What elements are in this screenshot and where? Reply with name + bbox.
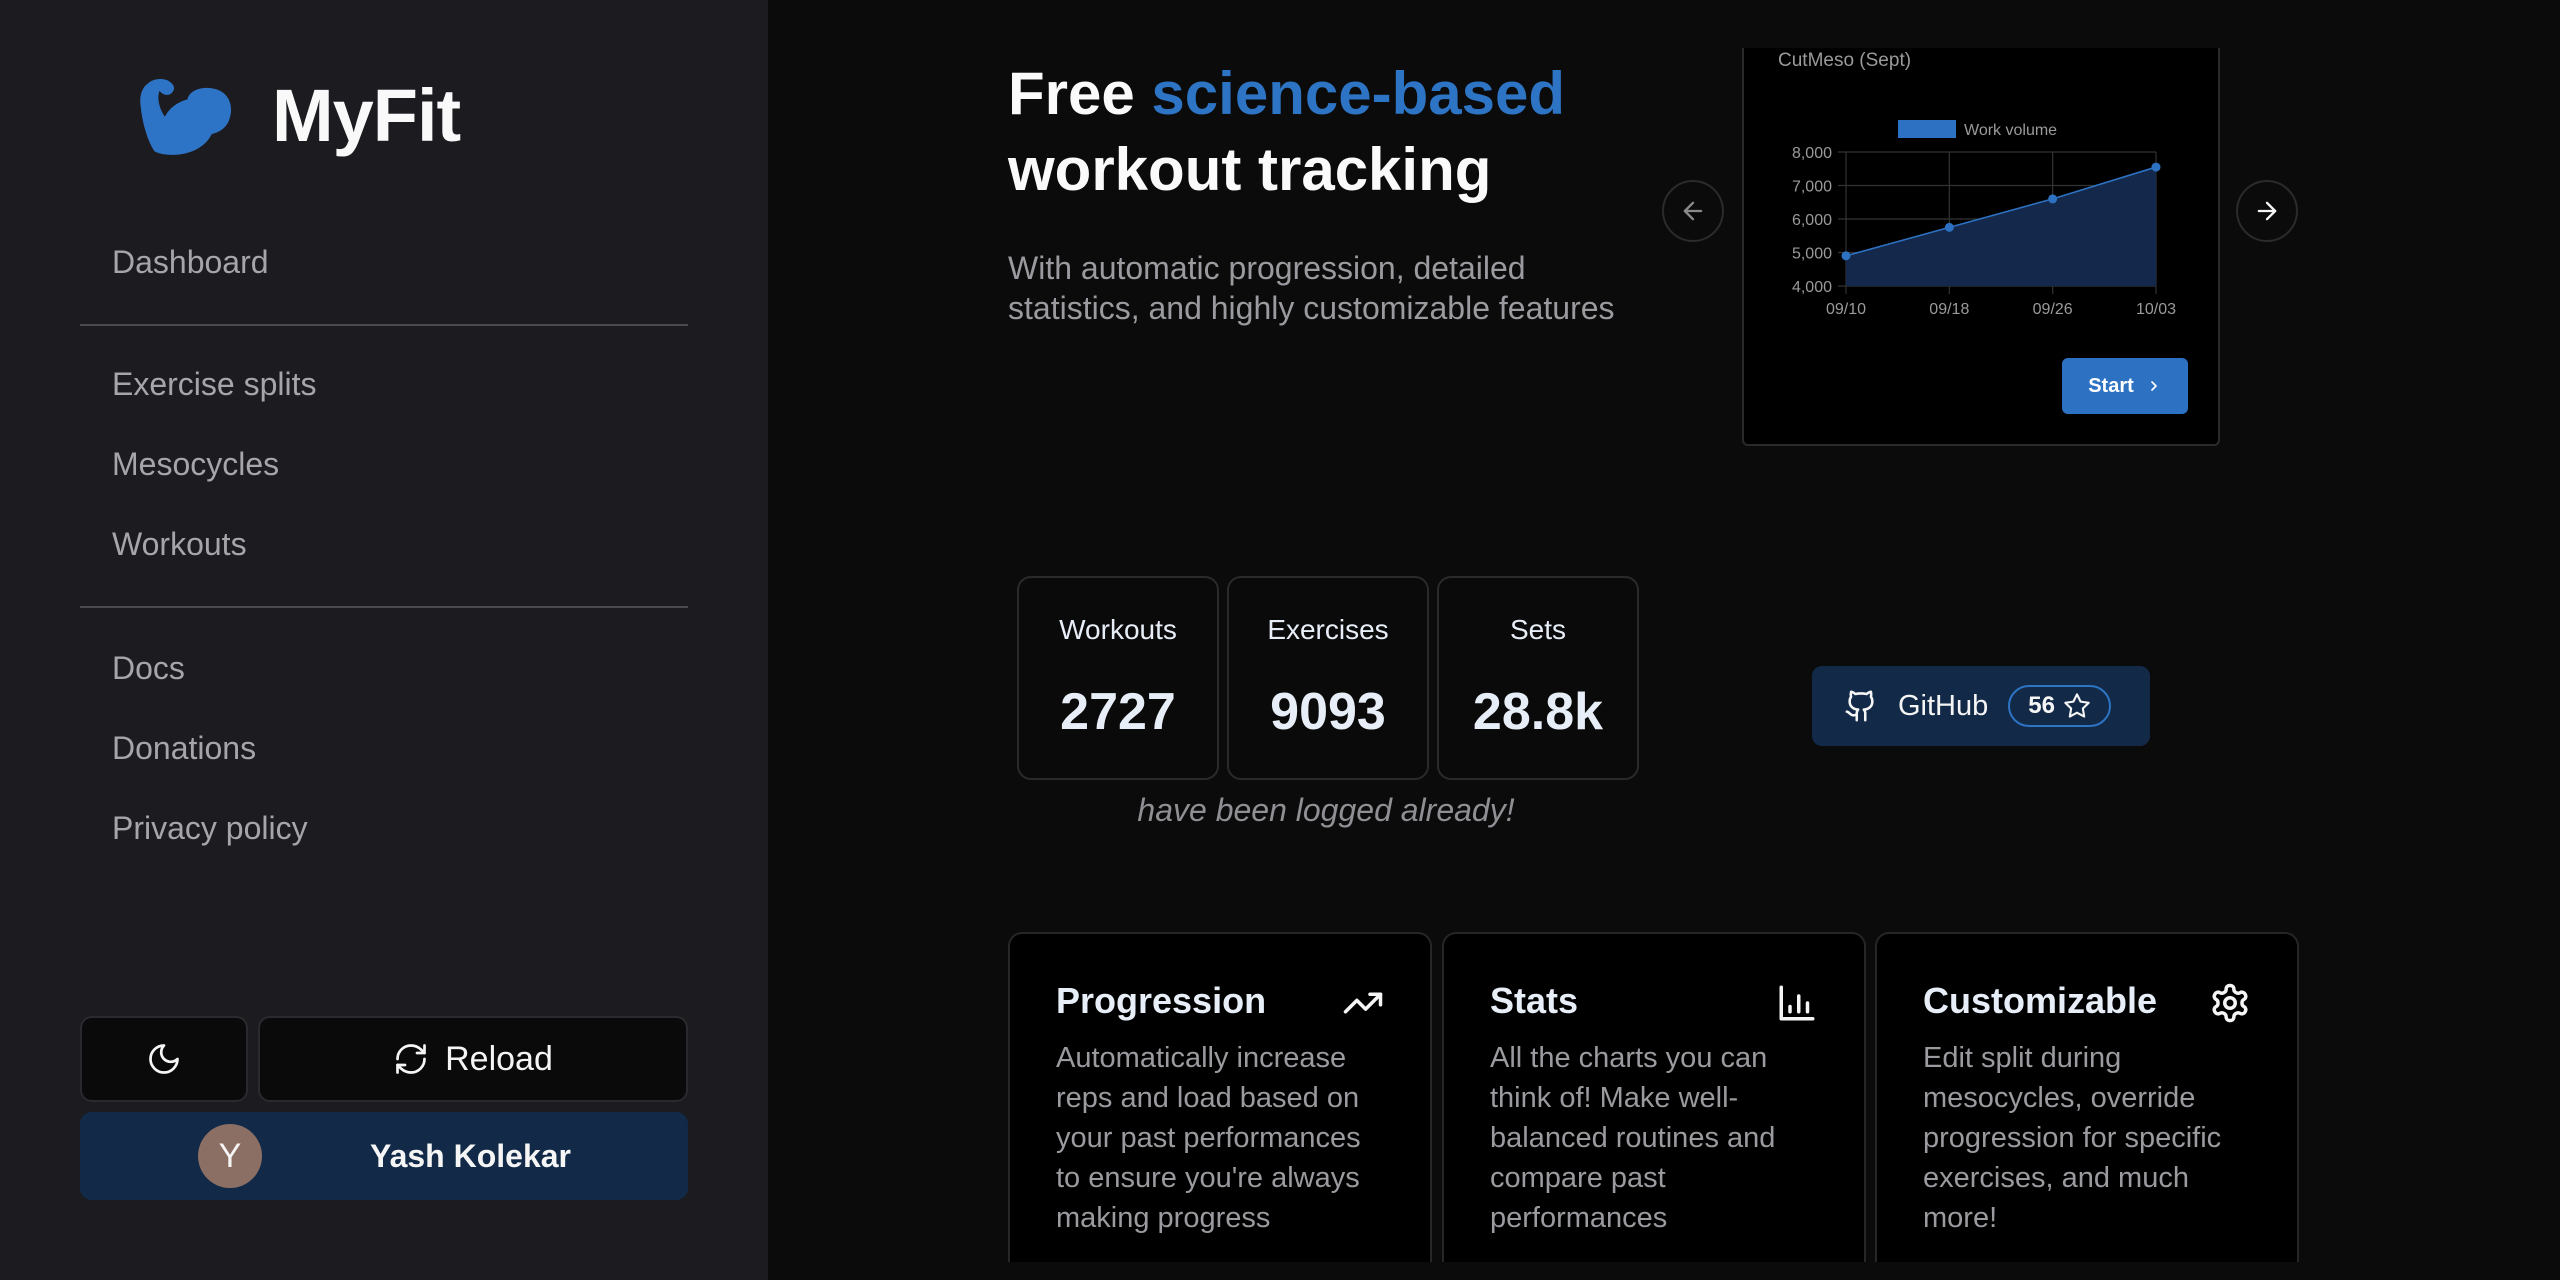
stat-label: Exercises: [1267, 614, 1389, 645]
refresh-icon: [396, 1044, 426, 1074]
arrow-left-icon: [1683, 201, 1703, 221]
y-tick-label: 6,000: [1792, 212, 1832, 229]
carousel-prev-button[interactable]: [1662, 180, 1724, 242]
data-point: [1944, 222, 1954, 232]
github-stars-badge: 56: [2008, 685, 2111, 727]
carousel-next-button[interactable]: [2236, 180, 2298, 242]
moon-icon: [149, 1044, 179, 1074]
y-tick-label: 8,000: [1792, 145, 1832, 162]
user-name: Yash Kolekar: [370, 1138, 571, 1174]
feature-title: Customizable: [1923, 980, 2158, 1021]
gear-icon: [2212, 983, 2248, 1023]
mesocycle-preview-card: CutMeso (Sept) Work volume 4,000 5,000 6,0…: [1742, 48, 2220, 446]
theme-toggle-button[interactable]: [80, 1016, 248, 1102]
sidebar-item-privacy-policy[interactable]: Privacy policy: [112, 810, 308, 847]
start-button[interactable]: Start: [2062, 358, 2188, 414]
stat-card-workouts: Workouts 2727: [1017, 576, 1219, 780]
hero-title-prefix: Free: [1008, 60, 1135, 127]
feature-title: Progression: [1056, 980, 1267, 1021]
x-tick-label: 10/03: [2136, 301, 2176, 318]
sidebar-item-workouts[interactable]: Workouts: [112, 526, 247, 563]
viewport-bottom-edge: [768, 1262, 2560, 1280]
sidebar-item-exercise-splits[interactable]: Exercise splits: [112, 366, 317, 403]
y-tick-label: 4,000: [1792, 279, 1832, 296]
sidebar-divider: [80, 324, 688, 326]
work-volume-chart: Work volume 4,000 5,000 6,000 7,000 8,000 09…: [1792, 120, 2176, 318]
brand[interactable]: MyFit: [132, 70, 461, 160]
stat-label: Sets: [1509, 614, 1567, 645]
star-icon: [2064, 693, 2090, 718]
feature-description: Edit split during mesocycles, override p…: [1923, 1042, 2222, 1234]
y-tick-label: 7,000: [1792, 179, 1832, 196]
flexed-biceps-icon: [140, 79, 232, 155]
feature-card-customizable: Customizable Edit split during mesocycle…: [1875, 932, 2299, 1272]
hero-subtitle: With automatic progression, detailed sta…: [1008, 250, 1615, 326]
feature-description: Automatically increase reps and load bas…: [1056, 1042, 1361, 1234]
data-point: [1841, 251, 1851, 261]
sidebar-divider: [80, 606, 688, 608]
hero-title: Free science-based workout tracking: [1008, 56, 1565, 208]
feature-description: All the charts you can think of! Make we…: [1490, 1042, 1776, 1234]
stats-note: have been logged already!: [1137, 792, 1515, 828]
sidebar-item-dashboard[interactable]: Dashboard: [112, 244, 269, 281]
stat-card-sets: Sets 28.8k: [1437, 576, 1639, 780]
legend-label: Work volume: [1964, 122, 2057, 139]
github-stars-count: 56: [2028, 692, 2055, 719]
trending-up-icon: [1343, 992, 1383, 1014]
stat-value: 2727: [1060, 683, 1176, 741]
reload-label: Reload: [445, 1039, 553, 1078]
hero-title-suffix: workout tracking: [1008, 136, 1492, 203]
chevron-right-icon: [2150, 381, 2157, 391]
start-label: Start: [2088, 374, 2134, 397]
sidebar-item-mesocycles[interactable]: Mesocycles: [112, 446, 279, 483]
bar-chart-icon: [1779, 985, 1815, 1021]
stat-value: 9093: [1270, 683, 1386, 741]
github-button[interactable]: GitHub 56: [1812, 666, 2150, 746]
legend-swatch: [1898, 120, 1956, 138]
reload-button[interactable]: Reload: [258, 1016, 688, 1102]
sidebar: MyFit Dashboard Exercise splits Mesocycl…: [0, 0, 768, 1280]
github-label: GitHub: [1898, 689, 1989, 722]
arrow-right-icon: [2257, 201, 2277, 221]
feature-card-stats: Stats All the charts you can think of! M…: [1442, 932, 1866, 1272]
avatar: Y: [198, 1124, 262, 1188]
y-tick-label: 5,000: [1792, 246, 1832, 263]
data-point: [2151, 162, 2161, 172]
stat-card-exercises: Exercises 9093: [1227, 576, 1429, 780]
feature-title: Stats: [1490, 980, 1579, 1021]
brand-name: MyFit: [272, 73, 461, 157]
data-point: [2048, 194, 2058, 204]
x-tick-label: 09/26: [2033, 301, 2073, 318]
stat-label: Workouts: [1059, 614, 1177, 645]
x-tick-label: 09/18: [1929, 301, 1969, 318]
sidebar-item-donations[interactable]: Donations: [112, 730, 256, 767]
hero-title-accent: science-based: [1151, 60, 1565, 127]
feature-card-progression: Progression Automatically increase reps …: [1008, 932, 1432, 1272]
user-profile-button[interactable]: Y Yash Kolekar: [80, 1112, 688, 1200]
github-icon: [1845, 690, 1874, 722]
x-tick-label: 09/10: [1826, 301, 1866, 318]
sidebar-item-docs[interactable]: Docs: [112, 650, 185, 687]
stat-value: 28.8k: [1472, 683, 1604, 741]
